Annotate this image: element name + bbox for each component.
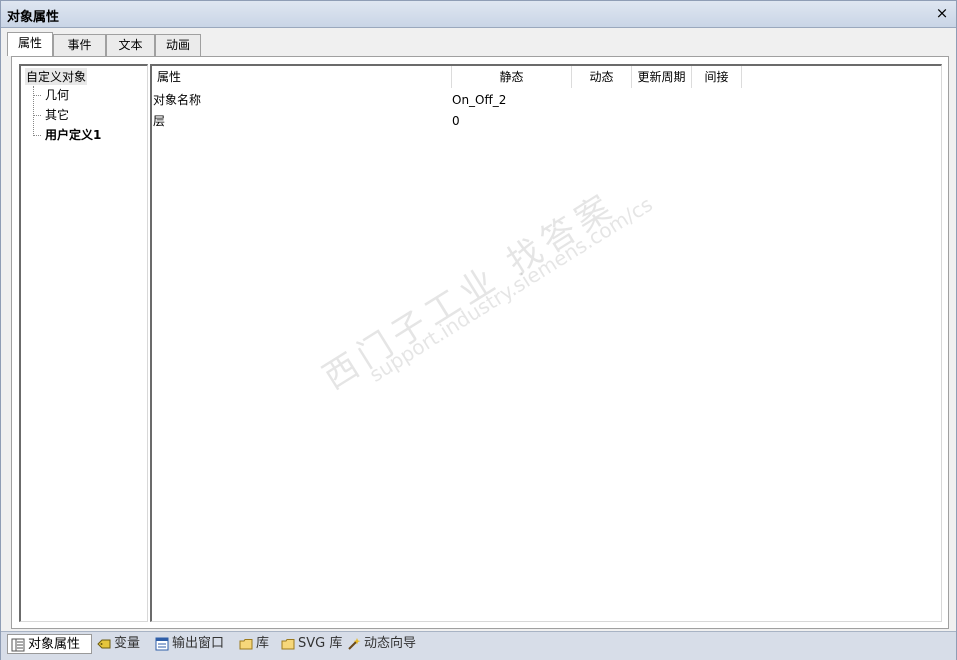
table-row[interactable]: 对象名称 On_Off_2 bbox=[152, 90, 942, 110]
output-window-icon bbox=[155, 637, 169, 651]
grid-header: 属性 静态 动态 更新周期 间接 bbox=[152, 66, 942, 88]
tree-item-label: 用户定义1 bbox=[45, 128, 102, 142]
object-properties-window: 对象属性 × 属性 事件 文本 动画 自定义对象 几何 其它 用户定义1 属性 … bbox=[0, 0, 957, 660]
bottom-tab-label: 动态向导 bbox=[364, 636, 417, 651]
tab-events[interactable]: 事件 bbox=[53, 34, 106, 56]
property-name: 对象名称 bbox=[153, 93, 202, 107]
close-icon[interactable]: × bbox=[934, 4, 950, 22]
tab-text[interactable]: 文本 bbox=[106, 34, 155, 56]
tree-item-custom-object[interactable]: 自定义对象 bbox=[25, 68, 88, 85]
window-title: 对象属性 bbox=[7, 10, 60, 25]
tag-icon bbox=[97, 639, 111, 649]
bottom-tab-label: 变量 bbox=[114, 636, 141, 651]
bottom-tab-tags[interactable]: 变量 bbox=[94, 634, 150, 654]
tab-animation[interactable]: 动画 bbox=[155, 34, 201, 56]
property-static-value[interactable]: 0 bbox=[452, 111, 460, 131]
title-bar: 对象属性 × bbox=[1, 1, 956, 28]
tree-item-label: 其它 bbox=[45, 108, 70, 122]
table-row[interactable]: 层 0 bbox=[152, 111, 942, 131]
bottom-tab-bar: 对象属性 变量 输出窗口 库 SVG 库 动态向导 bbox=[1, 631, 956, 660]
column-header-dynamic[interactable]: 动态 bbox=[572, 66, 632, 88]
properties-grid[interactable]: 属性 静态 动态 更新周期 间接 对象名称 On_Off_2 层 0 bbox=[150, 64, 942, 622]
column-header-property[interactable]: 属性 bbox=[152, 66, 452, 88]
tree-connector bbox=[33, 86, 34, 136]
bottom-tab-output-window[interactable]: 输出窗口 bbox=[152, 634, 234, 654]
property-static-value[interactable]: On_Off_2 bbox=[452, 90, 506, 110]
tab-content: 自定义对象 几何 其它 用户定义1 属性 静态 动态 更新周期 间接 对象名称 … bbox=[11, 56, 949, 629]
bottom-tab-svg-library[interactable]: SVG 库 bbox=[278, 634, 342, 654]
column-header-static[interactable]: 静态 bbox=[452, 66, 572, 88]
property-name: 层 bbox=[153, 114, 166, 128]
bottom-tab-label: SVG 库 bbox=[298, 636, 343, 651]
properties-icon bbox=[11, 638, 25, 652]
bottom-tab-object-properties[interactable]: 对象属性 bbox=[7, 634, 92, 654]
bottom-tab-label: 对象属性 bbox=[28, 637, 81, 652]
folder-icon bbox=[239, 639, 253, 650]
bottom-tab-library[interactable]: 库 bbox=[236, 634, 276, 654]
column-header-indirect[interactable]: 间接 bbox=[692, 66, 742, 88]
bottom-tab-dynamic-wizard[interactable]: 动态向导 bbox=[344, 634, 428, 654]
bottom-tab-label: 库 bbox=[256, 636, 270, 651]
bottom-tab-label: 输出窗口 bbox=[172, 636, 225, 651]
svg-folder-icon bbox=[281, 639, 295, 650]
tab-properties[interactable]: 属性 bbox=[7, 32, 53, 56]
column-header-update-cycle[interactable]: 更新周期 bbox=[632, 66, 692, 88]
object-tree[interactable]: 自定义对象 几何 其它 用户定义1 bbox=[19, 64, 148, 622]
tree-item-label: 几何 bbox=[45, 88, 70, 102]
wand-icon bbox=[348, 638, 361, 650]
